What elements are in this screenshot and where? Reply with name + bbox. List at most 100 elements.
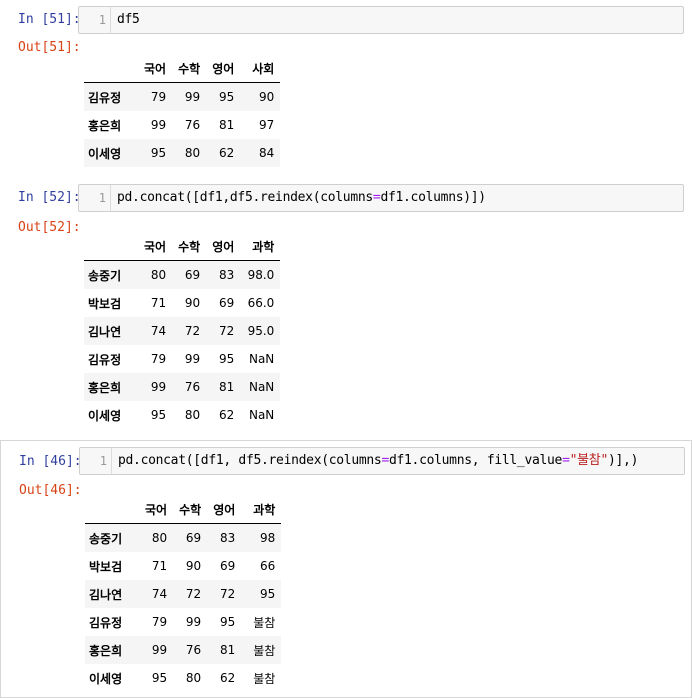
table-cell: 98.0 [247,268,275,282]
code-editor[interactable]: 1 df5 [78,6,684,34]
code-editor[interactable]: 1 pd.concat([df1,df5.reindex(columns=df1… [78,184,684,212]
row-index-label: 이세영 [88,408,122,423]
row-index-label: 이세영 [88,146,122,161]
table-cell: 95 [220,615,236,629]
notebook-cell-52[interactable]: In [52]: 1 pd.concat([df1,df5.reindex(co… [0,178,692,436]
table-cell: 79 [150,352,167,366]
table-cell: 81 [219,118,235,132]
table-cell: 83 [220,531,236,545]
row-index-label: 박보검 [88,296,122,311]
table-cell: NaN [248,408,275,422]
column-header: 사회 [240,54,281,83]
table-cell: 76 [185,643,202,657]
table-cell: 95 [219,352,235,366]
table-cell: 69 [220,559,236,573]
table-cell: 74 [151,587,168,601]
code-text: pd.concat([df1,df5.reindex(columns=df1.c… [117,190,486,205]
table-cell: 97 [259,118,275,132]
column-header: 국어 [138,232,173,261]
table-cell: 79 [150,90,167,104]
column-header: 수학 [173,495,208,524]
column-header: 영어 [207,495,242,524]
table-cell: 74 [150,324,167,338]
table-cell: 99 [185,615,202,629]
line-number: 1 [79,185,111,211]
row-index-label: 김유정 [88,90,122,105]
table-row: 홍은희 99 76 81 97 [84,111,280,139]
row-index-label: 홍은희 [88,118,122,133]
code-editor[interactable]: 1 pd.concat([df1, df5.reindex(columns=df… [79,447,685,475]
column-header: 국어 [138,54,173,83]
table-cell: 66.0 [247,296,275,310]
line-number: 1 [79,7,111,33]
table-cell: 76 [184,118,201,132]
column-header: 과학 [241,495,282,524]
table-cell: 95 [150,146,167,160]
table-cell: 72 [184,324,201,338]
table-cell: 62 [220,671,236,685]
table-cell: NaN [248,380,275,394]
index-header [84,54,138,83]
table-cell: 80 [150,268,167,282]
table-cell: 80 [184,408,201,422]
table-cell: 80 [151,531,168,545]
column-header: 국어 [139,495,174,524]
input-prompt: In [52]: [18,190,81,205]
table-cell: 83 [219,268,235,282]
table-row: 송중기 80 69 83 98.0 [84,260,281,289]
dataframe-table: 국어 수학 영어 사회 김유정 79 99 95 90 홍은희 99 76 81 97 이세영 95 80 62 8… [84,54,281,167]
row-index-label: 홍은희 [89,643,123,658]
table-cell: 71 [151,559,168,573]
line-number: 1 [80,448,112,474]
column-header: 과학 [240,232,281,261]
row-index-label: 박보검 [89,559,123,574]
notebook-cell-46[interactable]: In [46]: 1 pd.concat([df1, df5.reindex(c… [0,440,692,698]
table-cell: 71 [150,296,167,310]
table-row: 김나연 74 72 72 95 [85,580,282,608]
code-text: pd.concat([df1, df5.reindex(columns=df1.… [118,453,639,468]
table-cell: 95 [260,587,276,601]
table-row: 박보검 71 90 69 66.0 [84,289,280,317]
table-row: 김유정 79 99 95 불참 [85,608,281,636]
table-row: 김유정 79 99 95 90 [84,82,281,111]
table-cell: 불참 [253,615,276,630]
row-index-label: 홍은희 [88,380,122,395]
table-cell: 95.0 [247,324,275,338]
table-cell: 불참 [253,671,276,686]
table-cell: 66 [260,559,276,573]
column-header: 수학 [172,54,207,83]
table-cell: 62 [219,408,235,422]
table-cell: 62 [219,146,235,160]
table-cell: 80 [185,671,202,685]
table-cell: 99 [184,352,201,366]
table-cell: 72 [185,587,202,601]
notebook-cell-51[interactable]: In [51]: 1 df5 Out[51]: 국어 수학 영어 사회 김유정 79 99 9… [0,0,692,176]
table-cell: 69 [219,296,235,310]
table-cell: 95 [151,671,168,685]
table-row: 박보검 71 90 69 66 [85,552,281,580]
input-prompt: In [51]: [18,12,81,27]
table-row: 이세영 95 80 62 84 [84,139,281,167]
table-cell: 80 [184,146,201,160]
column-header: 수학 [172,232,207,261]
table-cell: 90 [185,559,202,573]
table-row: 이세영 95 80 62 NaN [84,401,280,429]
table-cell: 90 [259,90,275,104]
row-index-label: 송중기 [89,531,123,546]
table-cell: 98 [260,531,276,545]
row-index-label: 이세영 [89,671,123,686]
row-index-label: 김나연 [88,324,122,339]
table-cell: 84 [259,146,275,160]
row-index-label: 송중기 [88,268,122,283]
table-cell: 95 [150,408,167,422]
dataframe-table: 국어 수학 영어 과학 송중기 80 69 83 98 박보검 71 90 69 66 김나연 74 72 72 9… [85,495,282,692]
table-row: 홍은희 99 76 81 NaN [84,373,281,401]
table-header-row: 국어 수학 영어 과학 [85,495,282,524]
table-cell: 72 [219,324,235,338]
table-cell: 79 [151,615,168,629]
output-prompt: Out[51]: [18,40,81,55]
column-header: 영어 [206,232,241,261]
index-header [84,232,138,261]
index-header [85,495,139,524]
dataframe-table: 국어 수학 영어 과학 송중기 80 69 83 98.0 박보검 71 90 69 66.0 김나연 74 7… [84,232,281,429]
